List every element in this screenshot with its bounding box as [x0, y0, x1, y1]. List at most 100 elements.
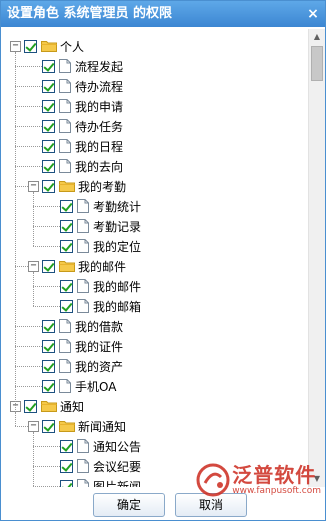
- tree-connector: [33, 286, 60, 287]
- checkbox-my-apply[interactable]: [42, 99, 55, 113]
- checkbox-attendance-stats[interactable]: [60, 199, 73, 213]
- tree-connector: [15, 186, 28, 187]
- tree-node-label[interactable]: 个人: [60, 38, 84, 55]
- tree-node-label[interactable]: 考勤记录: [93, 218, 141, 235]
- checkbox-my-whereabouts[interactable]: [42, 159, 55, 173]
- collapse-toggle-icon[interactable]: −: [28, 420, 39, 432]
- checkbox-my-asset[interactable]: [42, 359, 55, 373]
- tree-node-my-attendance[interactable]: − 我的考勤: [28, 176, 126, 196]
- document-icon-wrap: [59, 379, 75, 393]
- tree-node-label[interactable]: 我的定位: [93, 238, 141, 255]
- document-icon-wrap: [59, 359, 75, 373]
- tree-node-photo-news[interactable]: 图片新闻: [60, 476, 141, 487]
- checkbox-my-loan[interactable]: [42, 319, 55, 333]
- tree-connector: [33, 192, 34, 246]
- tree-node-label[interactable]: 图片新闻: [93, 478, 141, 488]
- permission-dialog: 设置角色 系统管理员 的权限 × − 个人 流程发起 待办流程 我的申请 待办任务 我的日程…: [0, 0, 326, 521]
- tree-node-my-asset[interactable]: 我的资产: [42, 356, 123, 376]
- tree-node-label[interactable]: 考勤统计: [93, 198, 141, 215]
- tree-node-label[interactable]: 流程发起: [75, 58, 123, 75]
- collapse-toggle-icon[interactable]: −: [28, 260, 39, 272]
- scroll-thumb[interactable]: [311, 46, 323, 81]
- document-icon: [59, 379, 71, 393]
- checkbox-personal[interactable]: [24, 39, 37, 53]
- checkbox-notice[interactable]: [24, 399, 37, 413]
- tree-node-label[interactable]: 我的证件: [75, 338, 123, 355]
- tree-node-label[interactable]: 我的借款: [75, 318, 123, 335]
- checkbox-my-schedule[interactable]: [42, 139, 55, 153]
- document-icon-wrap: [77, 299, 93, 313]
- tree-connector: [15, 106, 42, 107]
- tree-node-notice-bulletin[interactable]: 通知公告: [60, 436, 141, 456]
- tree-connector: [33, 272, 34, 306]
- tree-node-label[interactable]: 我的考勤: [78, 178, 126, 195]
- tree-connector: [33, 466, 60, 467]
- brand-watermark: 泛普软件 www.fanpusoft.com: [196, 463, 321, 497]
- checkbox-meeting-minutes[interactable]: [60, 459, 73, 473]
- tree-node-my-whereabouts[interactable]: 我的去向: [42, 156, 123, 176]
- tree-node-attendance-record[interactable]: 考勤记录: [60, 216, 141, 236]
- checkbox-flow-start[interactable]: [42, 59, 55, 73]
- tree-node-todo-task[interactable]: 待办任务: [42, 116, 123, 136]
- tree-node-label[interactable]: 新闻通知: [78, 418, 126, 435]
- checkbox-attendance-record[interactable]: [60, 219, 73, 233]
- tree-node-label[interactable]: 我的邮件: [78, 258, 126, 275]
- tree-node-personal[interactable]: − 个人: [10, 36, 84, 56]
- tree-node-label[interactable]: 我的资产: [75, 358, 123, 375]
- tree-node-notice[interactable]: − 通知: [10, 396, 84, 416]
- tree-connector: [15, 426, 28, 427]
- tree-node-label[interactable]: 我的邮箱: [93, 298, 141, 315]
- tree-node-label[interactable]: 我的邮件: [93, 278, 141, 295]
- tree-node-my-cert[interactable]: 我的证件: [42, 336, 123, 356]
- document-icon-wrap: [59, 59, 75, 73]
- checkbox-notice-bulletin[interactable]: [60, 439, 73, 453]
- tree-node-flow-todo[interactable]: 待办流程: [42, 76, 123, 96]
- folder-icon-wrap: [59, 260, 78, 272]
- checkbox-todo-task[interactable]: [42, 119, 55, 133]
- document-icon: [59, 99, 71, 113]
- tree-node-label[interactable]: 通知: [60, 398, 84, 415]
- checkbox-my-mailbox[interactable]: [60, 299, 73, 313]
- checkbox-flow-todo[interactable]: [42, 79, 55, 93]
- tree-node-attendance-stats[interactable]: 考勤统计: [60, 196, 141, 216]
- checkbox-my-mail-item[interactable]: [60, 279, 73, 293]
- folder-icon-wrap: [41, 400, 60, 412]
- tree-node-label[interactable]: 我的申请: [75, 98, 123, 115]
- tree-node-label[interactable]: 我的去向: [75, 158, 123, 175]
- scroll-up-arrow-icon[interactable]: ▲: [309, 29, 325, 45]
- tree-node-my-mailbox[interactable]: 我的邮箱: [60, 296, 141, 316]
- tree-node-label[interactable]: 我的日程: [75, 138, 123, 155]
- collapse-toggle-icon[interactable]: −: [10, 40, 21, 52]
- tree-node-my-mail-item[interactable]: 我的邮件: [60, 276, 141, 296]
- tree-node-news-notice[interactable]: − 新闻通知: [28, 416, 126, 436]
- checkbox-my-cert[interactable]: [42, 339, 55, 353]
- tree-node-my-schedule[interactable]: 我的日程: [42, 136, 123, 156]
- tree-node-my-mail[interactable]: − 我的邮件: [28, 256, 126, 276]
- tree-node-label[interactable]: 会议纪要: [93, 458, 141, 475]
- tree-node-mobile-oa[interactable]: 手机OA: [42, 376, 116, 396]
- document-icon-wrap: [77, 279, 93, 293]
- checkbox-news-notice[interactable]: [42, 419, 55, 433]
- tree-node-label[interactable]: 待办任务: [75, 118, 123, 135]
- tree-node-my-location[interactable]: 我的定位: [60, 236, 141, 256]
- close-icon[interactable]: ×: [305, 6, 321, 22]
- tree-node-my-apply[interactable]: 我的申请: [42, 96, 123, 116]
- tree-node-my-loan[interactable]: 我的借款: [42, 316, 123, 336]
- tree-node-meeting-minutes[interactable]: 会议纪要: [60, 456, 141, 476]
- tree-connector: [33, 226, 60, 227]
- confirm-button[interactable]: 确定: [93, 493, 165, 517]
- tree-scrollbar[interactable]: ▲ ▼: [308, 29, 325, 487]
- checkbox-my-mail[interactable]: [42, 259, 55, 273]
- collapse-toggle-icon[interactable]: −: [28, 180, 39, 192]
- tree-node-flow-start[interactable]: 流程发起: [42, 56, 123, 76]
- tree-node-label[interactable]: 通知公告: [93, 438, 141, 455]
- checkbox-my-attendance[interactable]: [42, 179, 55, 193]
- tree-node-label[interactable]: 待办流程: [75, 78, 123, 95]
- tree-node-label[interactable]: 手机OA: [75, 378, 116, 395]
- checkbox-my-location[interactable]: [60, 239, 73, 253]
- checkbox-photo-news[interactable]: [60, 479, 73, 487]
- document-icon: [59, 319, 71, 333]
- tree-connector: [15, 86, 42, 87]
- tree-connector: [33, 306, 60, 307]
- checkbox-mobile-oa[interactable]: [42, 379, 55, 393]
